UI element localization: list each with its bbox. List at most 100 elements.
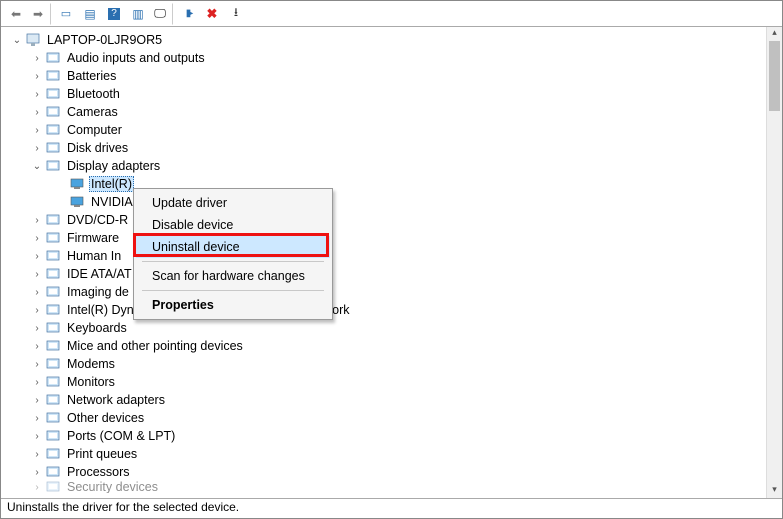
tree-category[interactable]: ›Imaging de	[7, 283, 766, 301]
scan-icon[interactable]	[225, 3, 247, 25]
chevron-right-icon[interactable]: ›	[31, 358, 43, 370]
tree-category[interactable]: ›Disk drives	[7, 139, 766, 157]
monitors-icon[interactable]	[151, 3, 173, 25]
status-text: Uninstalls the driver for the selected d…	[7, 500, 239, 514]
chevron-right-icon[interactable]: ›	[31, 268, 43, 280]
tree-category[interactable]: › Ports (COM & LPT)	[7, 427, 766, 445]
tree-root[interactable]: ⌄ LAPTOP-0LJR9OR5	[7, 31, 766, 49]
tree-category[interactable]: ›IDE ATA/AT	[7, 265, 766, 283]
device-icon	[45, 428, 61, 444]
tree-device[interactable]: NVIDIA	[7, 193, 766, 211]
device-icon	[45, 248, 61, 264]
tree-category[interactable]: ›Audio inputs and outputs	[7, 49, 766, 67]
tree-category[interactable]: ›Processors	[7, 463, 766, 481]
tree-item-label: Keyboards	[65, 321, 129, 335]
chevron-right-icon[interactable]: ›	[31, 70, 43, 82]
chevron-right-icon[interactable]: ›	[31, 52, 43, 64]
tree-item-label: LAPTOP-0LJR9OR5	[45, 33, 164, 47]
tree-category[interactable]: ›Firmware	[7, 229, 766, 247]
scroll-down-icon[interactable]: ▾	[767, 484, 782, 498]
toolbar	[1, 1, 782, 27]
tree-category[interactable]: ›Intel(R) Dynamic Platform and Thermal F…	[7, 301, 766, 319]
context-menu-item[interactable]: Update driver	[136, 192, 330, 214]
device-icon	[69, 176, 85, 192]
back-icon[interactable]	[5, 3, 27, 25]
device-icon	[25, 32, 41, 48]
tree-category[interactable]: › Modems	[7, 355, 766, 373]
tree-item-label: Computer	[65, 123, 124, 137]
scroll-thumb[interactable]	[769, 41, 780, 111]
tree-category[interactable]: ›Batteries	[7, 67, 766, 85]
tree-category[interactable]: › Computer	[7, 121, 766, 139]
help-icon[interactable]	[103, 3, 125, 25]
device-icon	[45, 68, 61, 84]
chevron-right-icon[interactable]: ›	[31, 142, 43, 154]
chevron-right-icon[interactable]: ›	[31, 340, 43, 352]
tree-category[interactable]: › Mice and other pointing devices	[7, 337, 766, 355]
tree-device[interactable]: Intel(R)	[7, 175, 766, 193]
vertical-scrollbar[interactable]: ▴ ▾	[766, 27, 782, 498]
device-icon	[45, 392, 61, 408]
device-icon	[45, 446, 61, 462]
tree-category[interactable]: ›Bluetooth	[7, 85, 766, 103]
device-icon	[45, 464, 61, 480]
tree-category[interactable]: › Other devices	[7, 409, 766, 427]
chevron-right-icon[interactable]: ›	[31, 376, 43, 388]
tree-category[interactable]: › Security devices	[7, 481, 766, 493]
chevron-right-icon[interactable]: ›	[31, 286, 43, 298]
chevron-right-icon[interactable]: ›	[31, 232, 43, 244]
device-icon	[45, 212, 61, 228]
chevron-down-icon[interactable]: ⌄	[31, 160, 43, 172]
context-menu-item[interactable]: Disable device	[136, 214, 330, 236]
forward-icon[interactable]	[29, 3, 51, 25]
device-icon	[45, 410, 61, 426]
context-menu-item[interactable]: Properties	[136, 294, 330, 316]
remove-icon[interactable]	[201, 3, 223, 25]
chevron-right-icon[interactable]: ›	[31, 481, 43, 493]
context-menu-item[interactable]: Scan for hardware changes	[136, 265, 330, 287]
tree-item-label: Human In	[65, 249, 123, 263]
tree-category[interactable]: ›Print queues	[7, 445, 766, 463]
chevron-right-icon[interactable]: ›	[31, 214, 43, 226]
plugin-icon[interactable]	[177, 3, 199, 25]
tree-item-label: Modems	[65, 357, 117, 371]
chevron-right-icon[interactable]: ›	[31, 448, 43, 460]
chevron-right-icon[interactable]: ›	[31, 394, 43, 406]
tree-category[interactable]: ›Monitors	[7, 373, 766, 391]
device-icon	[45, 230, 61, 246]
chevron-right-icon[interactable]: ›	[31, 88, 43, 100]
device-icon	[45, 122, 61, 138]
tree-category[interactable]: ›Network adapters	[7, 391, 766, 409]
action-icon[interactable]	[127, 3, 149, 25]
tree-category[interactable]: › Keyboards	[7, 319, 766, 337]
device-icon	[69, 194, 85, 210]
chevron-right-icon[interactable]: ›	[31, 322, 43, 334]
scroll-up-icon[interactable]: ▴	[767, 27, 782, 41]
chevron-right-icon[interactable]: ›	[31, 304, 43, 316]
chevron-right-icon[interactable]: ›	[31, 124, 43, 136]
tree-category[interactable]: ⌄Display adapters	[7, 157, 766, 175]
chevron-right-icon[interactable]: ›	[31, 466, 43, 478]
chevron-down-icon[interactable]: ⌄	[11, 34, 23, 46]
device-icon	[45, 86, 61, 102]
show-hide-console-tree-icon[interactable]	[55, 3, 77, 25]
chevron-right-icon[interactable]: ›	[31, 250, 43, 262]
context-menu-item[interactable]: Uninstall device	[136, 236, 330, 258]
context-menu-separator	[142, 290, 324, 291]
tree-category[interactable]: ›DVD/CD-R	[7, 211, 766, 229]
chevron-right-icon[interactable]: ›	[31, 106, 43, 118]
chevron-right-icon[interactable]: ›	[31, 430, 43, 442]
properties-icon[interactable]	[79, 3, 101, 25]
tree-item-label: Ports (COM & LPT)	[65, 429, 177, 443]
tree-item-label: Mice and other pointing devices	[65, 339, 245, 353]
tree-category[interactable]: ›Cameras	[7, 103, 766, 121]
tree-item-label: NVIDIA	[89, 195, 135, 209]
device-icon	[45, 481, 61, 493]
tree-item-label: Security devices	[65, 481, 160, 493]
device-tree[interactable]: ⌄ LAPTOP-0LJR9OR5 ›Audio inputs and output…	[1, 27, 766, 498]
device-icon	[45, 158, 61, 174]
context-menu-separator	[142, 261, 324, 262]
chevron-right-icon[interactable]: ›	[31, 412, 43, 424]
tree-category[interactable]: › Human In	[7, 247, 766, 265]
tree-item-label: Other devices	[65, 411, 146, 425]
